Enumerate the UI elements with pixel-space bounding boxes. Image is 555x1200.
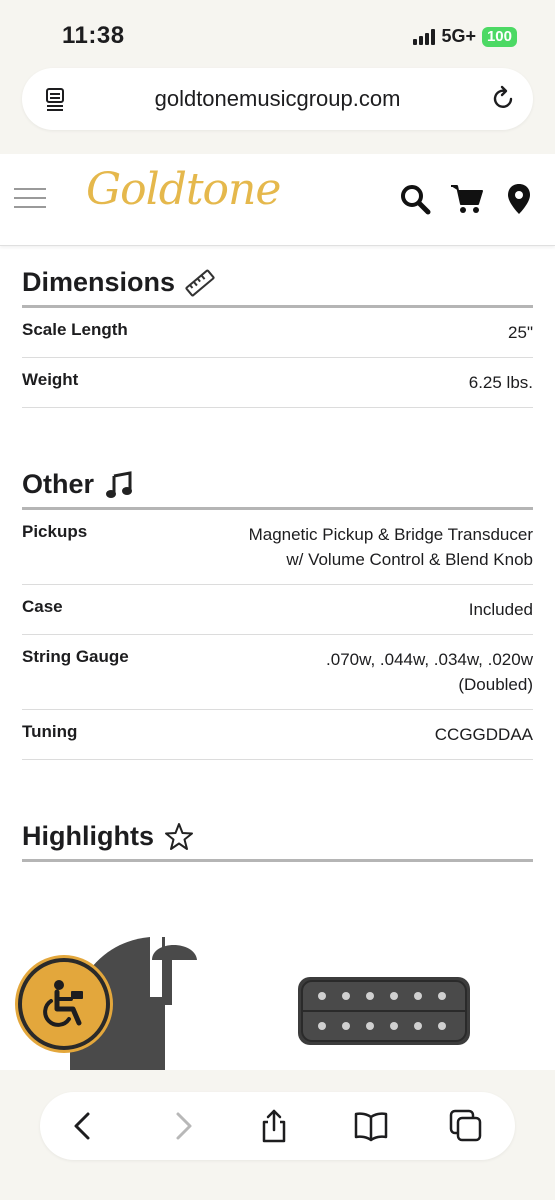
spec-content: Dimensions Scale Length 25" Weight 6.25 … <box>22 246 533 862</box>
hamburger-menu-icon[interactable] <box>14 188 46 210</box>
spec-value: .070w, .044w, .034w, .020w (Doubled) <box>326 650 533 694</box>
spec-value: 6.25 lbs. <box>468 373 533 392</box>
star-icon <box>164 822 193 850</box>
spec-value: Magnetic Pickup & Bridge Transducer w/ V… <box>248 525 533 569</box>
pickup-illustration <box>298 977 470 1045</box>
browser-toolbar <box>0 1070 555 1200</box>
spec-value: Included <box>468 600 533 619</box>
other-title: Other <box>22 469 95 499</box>
spec-value: CCGGDDAA <box>434 725 533 744</box>
spec-row-weight: Weight 6.25 lbs. <box>22 358 533 408</box>
address-bar[interactable]: goldtonemusicgroup.com <box>22 68 533 130</box>
highlights-title: Highlights <box>22 821 154 851</box>
dimensions-heading: Dimensions <box>22 246 533 308</box>
ruler-icon <box>185 269 215 296</box>
reload-icon[interactable] <box>491 85 517 111</box>
accessibility-icon <box>43 980 83 1027</box>
spec-label: Case <box>22 597 63 616</box>
status-indicators: 5G+ 100 <box>413 26 517 47</box>
status-bar: 11:38 5G+ 100 <box>0 0 555 62</box>
spec-label: String Gauge <box>22 647 129 666</box>
site-logo[interactable]: Goldtone <box>86 164 281 215</box>
accessibility-button[interactable] <box>18 958 110 1050</box>
spec-row-string-gauge: String Gauge .070w, .044w, .034w, .020w … <box>22 635 533 710</box>
highlights-heading: Highlights <box>22 800 533 862</box>
signal-icon <box>413 28 436 45</box>
network-type: 5G+ <box>441 26 476 46</box>
site-header: Goldtone <box>0 154 555 246</box>
spec-row-scale-length: Scale Length 25" <box>22 308 533 358</box>
spec-label: Tuning <box>22 722 78 741</box>
spec-value: 25" <box>508 323 533 342</box>
spec-row-tuning: Tuning CCGGDDAA <box>22 710 533 760</box>
spec-row-case: Case Included <box>22 585 533 635</box>
search-icon[interactable] <box>398 182 432 216</box>
battery-indicator: 100 <box>481 26 517 47</box>
browser-address-area: goldtonemusicgroup.com <box>0 62 555 154</box>
spec-label: Pickups <box>22 522 88 541</box>
forward-arrow-icon[interactable] <box>164 1108 200 1144</box>
other-heading: Other <box>22 448 533 510</box>
spec-label: Weight <box>22 370 79 389</box>
url-text[interactable]: goldtonemusicgroup.com <box>22 86 533 112</box>
share-icon[interactable] <box>256 1108 292 1144</box>
bookmarks-icon[interactable] <box>353 1108 389 1144</box>
status-time: 11:38 <box>62 22 125 49</box>
spec-row-pickups: Pickups Magnetic Pickup & Bridge Transdu… <box>22 510 533 585</box>
toolbar-pill <box>40 1092 515 1160</box>
tabs-icon[interactable] <box>448 1108 484 1144</box>
cart-icon[interactable] <box>450 182 484 216</box>
back-arrow-icon[interactable] <box>66 1108 102 1144</box>
spec-label: Scale Length <box>22 320 128 339</box>
music-note-icon <box>106 470 133 498</box>
dimensions-title: Dimensions <box>22 267 176 297</box>
location-pin-icon[interactable] <box>502 182 536 216</box>
